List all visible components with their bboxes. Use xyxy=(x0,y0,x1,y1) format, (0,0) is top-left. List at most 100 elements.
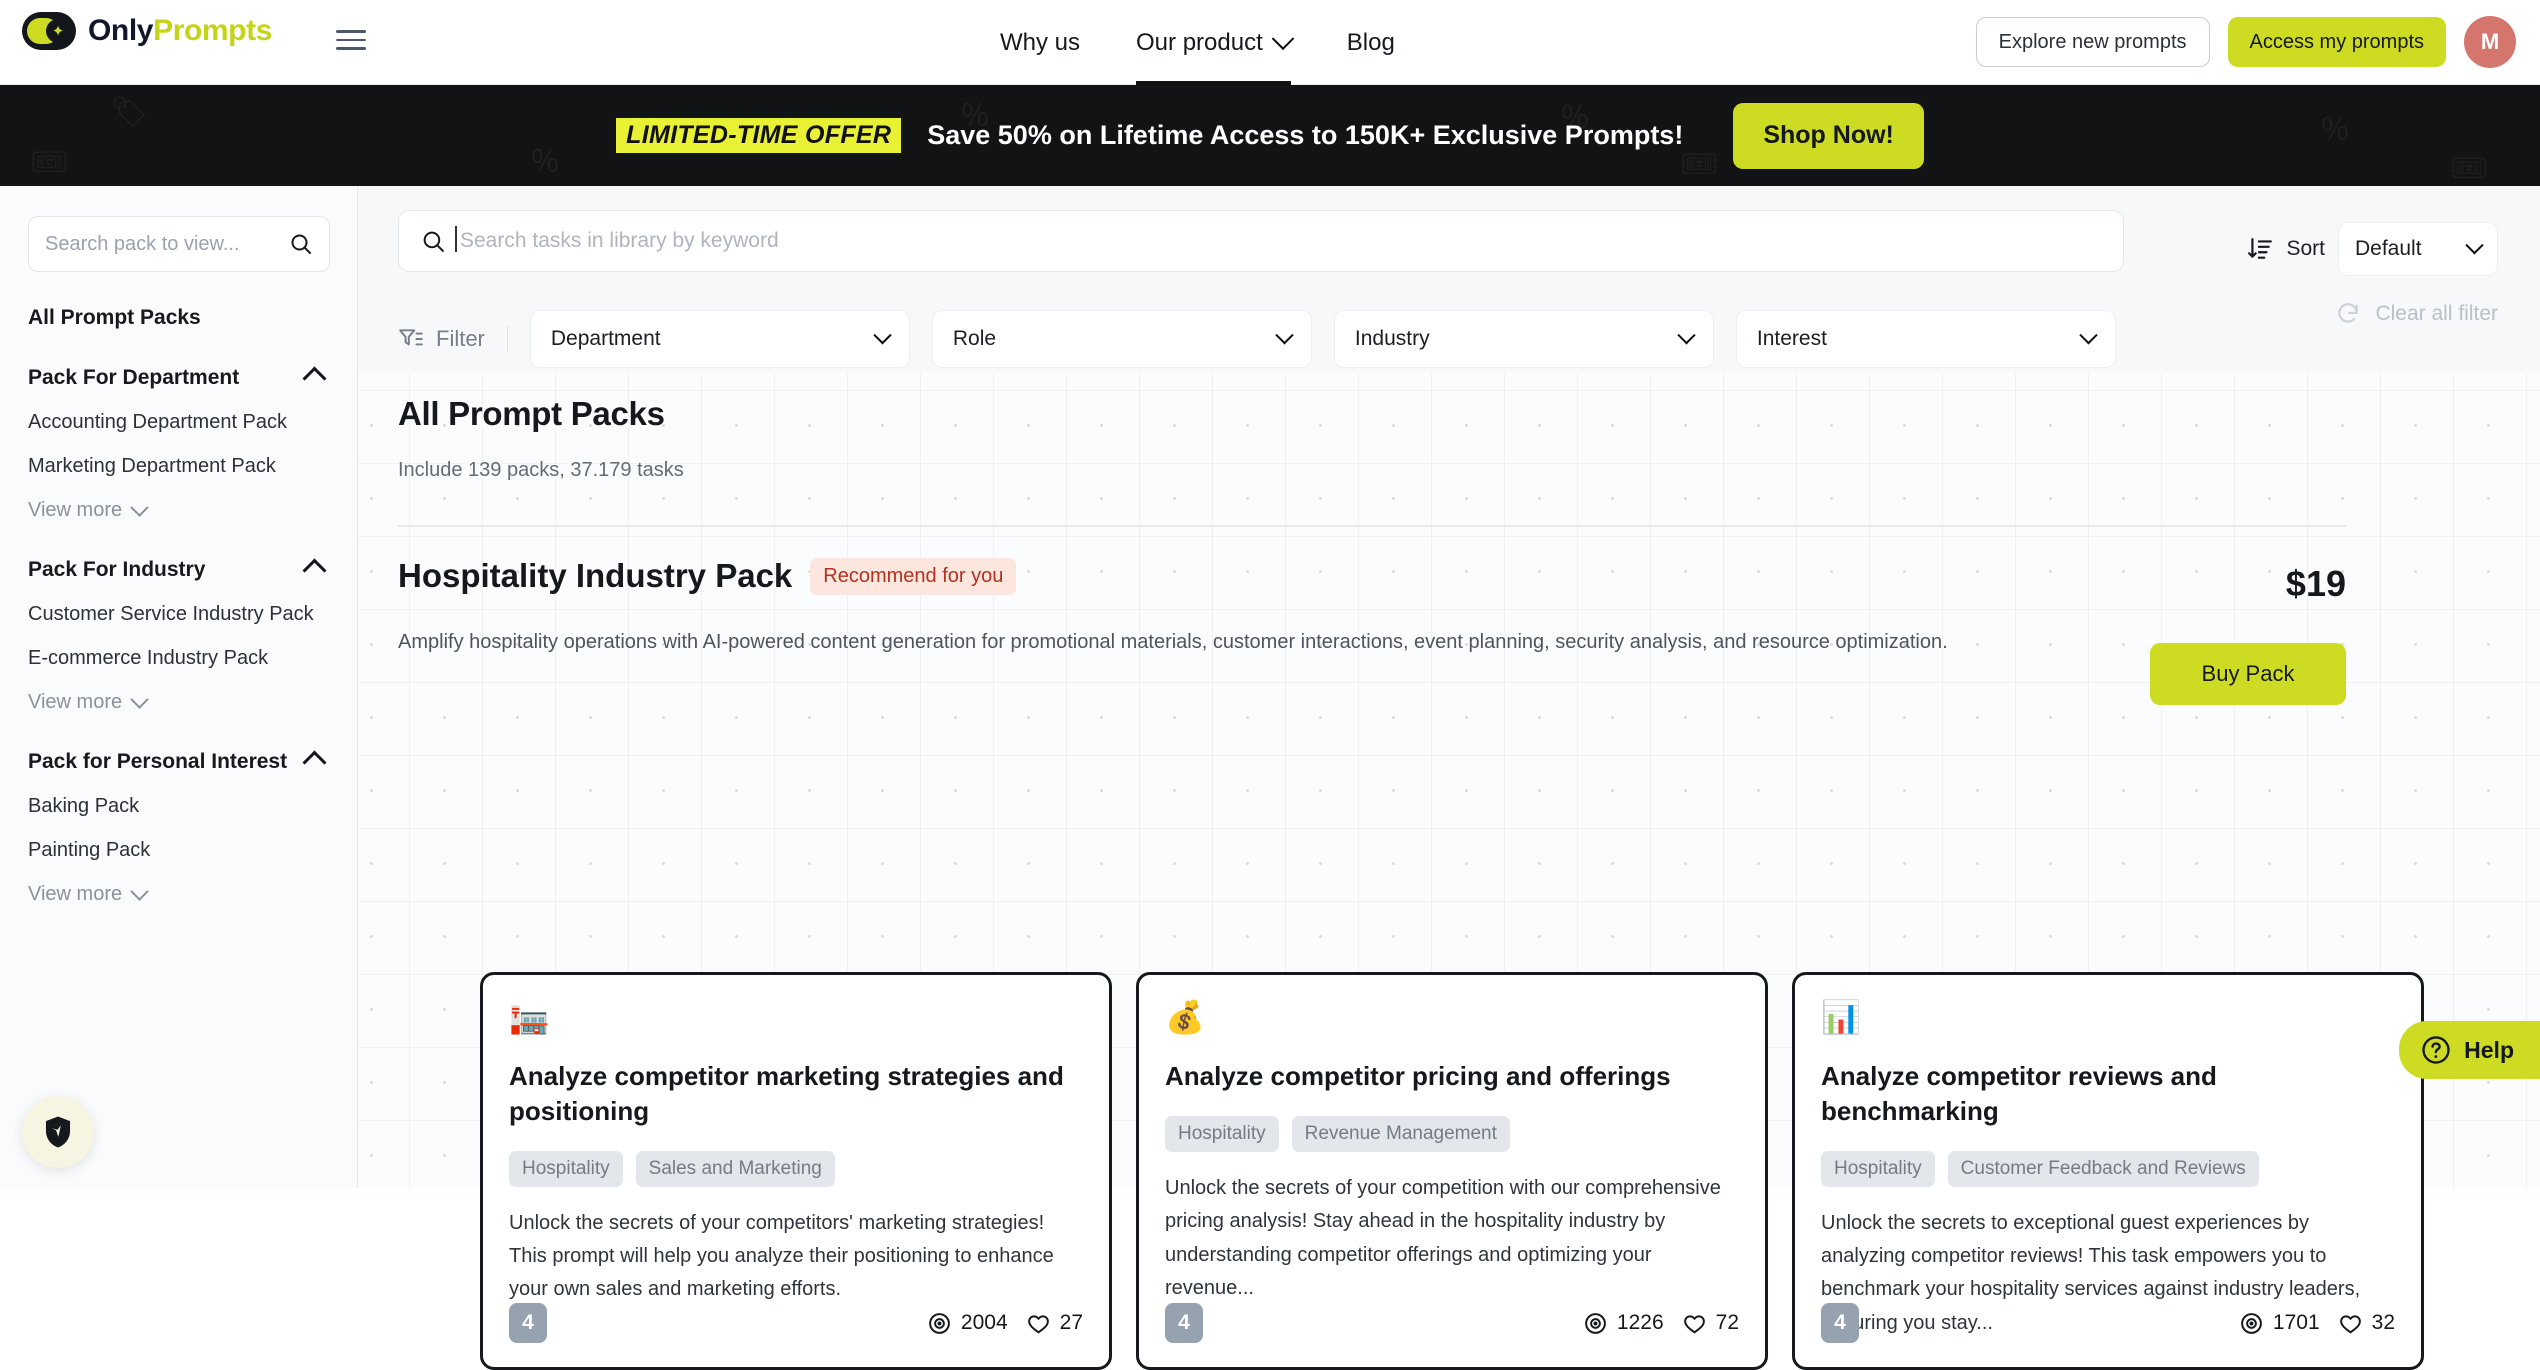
privacy-shield-button[interactable] xyxy=(22,1096,94,1168)
sidebar-group-header[interactable]: Pack for Personal Interest xyxy=(28,749,329,775)
tag[interactable]: Hospitality xyxy=(1165,1115,1279,1152)
task-card[interactable]: 🏣 Analyze competitor marketing strategie… xyxy=(480,972,1112,1370)
money-bag-icon: 💰 xyxy=(1165,999,1205,1035)
sidebar-group-header[interactable]: Pack For Industry xyxy=(28,557,329,583)
nav-item-our-product[interactable]: Our product xyxy=(1136,0,1295,85)
sort-icon xyxy=(2248,238,2273,259)
pack-description: Amplify hospitality operations with AI-p… xyxy=(398,631,1948,653)
main-nav: Why us Our product Blog xyxy=(1000,0,1395,85)
promo-banner[interactable]: 🏷 ％ ％ 🎟 ％ 🎟 🎟 ％ LIMITED-TIME OFFER Save … xyxy=(0,85,2540,186)
sidebar-view-more-industry[interactable]: View more xyxy=(28,690,329,714)
filter-value: Industry xyxy=(1354,327,1430,350)
app-header: ✦ OnlyPrompts Why us Our product Blog Ex… xyxy=(0,0,2540,85)
level-badge: 4 xyxy=(509,1303,547,1343)
chevron-down-icon xyxy=(130,498,149,517)
explore-new-prompts-button[interactable]: Explore new prompts xyxy=(1975,17,2210,67)
sidebar-group-title: Pack For Department xyxy=(28,366,240,389)
filter-select-role[interactable]: Role xyxy=(931,310,1312,368)
views-count: 1226 xyxy=(1616,1311,1664,1334)
pack-title: Hospitality Industry Pack xyxy=(398,557,793,594)
sidebar-view-more-department[interactable]: View more xyxy=(28,498,329,522)
likes-count: 72 xyxy=(1715,1311,1739,1334)
task-card-title: Analyze competitor pricing and offerings xyxy=(1165,1061,1671,1091)
filter-select-department[interactable]: Department xyxy=(529,310,910,368)
heart-icon xyxy=(1027,1314,1049,1333)
sidebar-group-title: Pack for Personal Interest xyxy=(28,750,288,773)
task-card-stats: 1701 32 xyxy=(2239,1311,2395,1336)
search-input[interactable]: Search tasks in library by keyword xyxy=(398,210,2124,272)
filter-value: Department xyxy=(550,327,661,350)
nav-label: Blog xyxy=(1346,28,1395,56)
tag[interactable]: Revenue Management xyxy=(1291,1115,1510,1152)
chevron-down-icon xyxy=(130,690,149,709)
task-card[interactable]: 📊 Analyze competitor reviews and benchma… xyxy=(1792,972,2424,1370)
nav-item-why-us[interactable]: Why us xyxy=(1000,0,1080,85)
sidebar-item-baking-pack[interactable]: Baking Pack xyxy=(28,795,329,818)
sidebar-item-accounting-department-pack[interactable]: Accounting Department Pack xyxy=(28,411,329,434)
chevron-down-icon xyxy=(2465,235,2484,254)
pack-title-row: Hospitality Industry Pack Recommend for … xyxy=(398,557,2346,595)
bar-chart-icon: 📊 xyxy=(1821,999,1861,1035)
task-card[interactable]: 💰 Analyze competitor pricing and offerin… xyxy=(1136,972,1768,1370)
logo[interactable]: ✦ OnlyPrompts xyxy=(22,12,272,50)
avatar[interactable]: M xyxy=(2464,16,2516,68)
chevron-down-icon xyxy=(2079,325,2098,344)
buy-pack-button[interactable]: Buy Pack xyxy=(2150,643,2346,705)
filter-select-industry[interactable]: Industry xyxy=(1333,310,1714,368)
clear-all-filter-button[interactable]: Clear all filter xyxy=(2335,301,2498,327)
sidebar-search-input[interactable]: Search pack to view... xyxy=(28,216,330,272)
shop-now-button[interactable]: Shop Now! xyxy=(1733,102,1924,169)
likes-stat[interactable]: 72 xyxy=(1682,1311,1739,1336)
likes-stat[interactable]: 32 xyxy=(2338,1311,2395,1336)
logo-text-prompts: Prompts xyxy=(153,14,272,47)
filter-value: Interest xyxy=(1756,327,1827,350)
task-card-list: 🏣 Analyze competitor marketing strategie… xyxy=(480,972,2424,1370)
pack-summary: Hospitality Industry Pack Recommend for … xyxy=(398,557,2346,742)
view-more-label: View more xyxy=(28,499,123,521)
nav-label: Why us xyxy=(1000,28,1081,56)
level-badge: 4 xyxy=(1165,1303,1203,1343)
page-header: All Prompt Packs Include 139 packs, 37.1… xyxy=(398,395,684,482)
tag[interactable]: Sales and Marketing xyxy=(635,1150,835,1187)
hamburger-icon[interactable] xyxy=(336,30,366,50)
task-card-title: Analyze competitor reviews and benchmark… xyxy=(1821,1061,2217,1126)
refresh-icon xyxy=(2338,303,2359,323)
filter-select-interest[interactable]: Interest xyxy=(1735,310,2116,368)
sidebar-item-painting-pack[interactable]: Painting Pack xyxy=(28,839,329,862)
nav-item-blog[interactable]: Blog xyxy=(1347,0,1395,85)
chevron-up-icon xyxy=(302,749,327,775)
sidebar-group-personal-interest: Pack for Personal Interest Baking Pack P… xyxy=(28,749,329,906)
access-my-prompts-button[interactable]: Access my prompts xyxy=(2227,17,2446,67)
help-button[interactable]: Help xyxy=(2399,1021,2540,1079)
sort-label: Sort xyxy=(2286,237,2325,260)
task-card-tags: Hospitality Revenue Management xyxy=(1165,1115,1739,1152)
filter-label: Filter xyxy=(436,326,485,351)
likes-count: 27 xyxy=(1059,1311,1083,1334)
sort-control: Sort Default xyxy=(2247,222,2498,276)
sidebar-search-placeholder: Search pack to view... xyxy=(45,232,240,255)
sidebar-group-header[interactable]: Pack For Department xyxy=(28,365,329,391)
page-title: All Prompt Packs xyxy=(398,395,665,432)
clear-all-filter-label: Clear all filter xyxy=(2375,302,2498,325)
view-more-label: View more xyxy=(28,691,123,713)
likes-stat[interactable]: 27 xyxy=(1026,1311,1083,1336)
sidebar-group-title: Pack For Industry xyxy=(28,558,206,581)
sort-select[interactable]: Default xyxy=(2338,222,2498,276)
sidebar-item-ecommerce-industry-pack[interactable]: E-commerce Industry Pack xyxy=(28,647,329,670)
sidebar-view-more-personal-interest[interactable]: View more xyxy=(28,882,329,906)
eye-icon xyxy=(2241,1312,2262,1334)
task-card-tags: Hospitality Customer Feedback and Review… xyxy=(1821,1150,2395,1187)
sidebar-all-prompt-packs[interactable]: All Prompt Packs xyxy=(28,306,329,330)
tag[interactable]: Hospitality xyxy=(509,1150,623,1187)
promo-tag: LIMITED-TIME OFFER xyxy=(616,118,902,153)
tag[interactable]: Customer Feedback and Reviews xyxy=(1947,1150,2259,1187)
shield-icon xyxy=(45,1116,71,1148)
page-subtitle: Include 139 packs, 37.179 tasks xyxy=(398,459,684,481)
tag[interactable]: Hospitality xyxy=(1821,1150,1935,1187)
task-card-description: Unlock the secrets of your competition w… xyxy=(1165,1176,1721,1299)
sidebar-item-customer-service-industry-pack[interactable]: Customer Service Industry Pack xyxy=(28,603,329,626)
task-card-description: Unlock the secrets of your competitors' … xyxy=(509,1211,1054,1301)
sidebar-item-marketing-department-pack[interactable]: Marketing Department Pack xyxy=(28,455,329,478)
office-building-icon: 🏣 xyxy=(509,999,549,1035)
filter-value: Role xyxy=(952,327,997,350)
